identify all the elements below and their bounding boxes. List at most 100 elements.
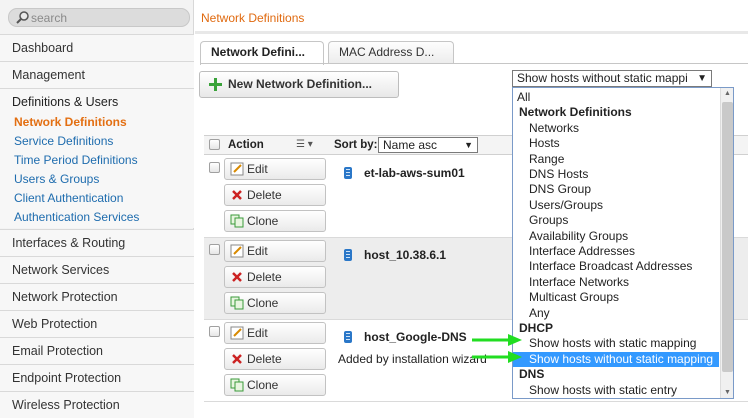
arrow-right-icon: [472, 351, 522, 363]
sidebar-subitem-users-groups[interactable]: Users & Groups: [14, 170, 99, 189]
search-icon: [16, 11, 29, 24]
sidebar-subitem-service-definitions[interactable]: Service Definitions: [14, 132, 113, 151]
delete-button[interactable]: Delete: [224, 348, 326, 370]
plus-icon: [209, 78, 222, 91]
host-icon: [344, 331, 352, 343]
edit-button[interactable]: Edit: [224, 158, 326, 180]
sidebar: Dashboard Management Definitions & Users…: [0, 0, 194, 418]
clone-button[interactable]: Clone: [224, 210, 326, 232]
edit-label: Edit: [247, 162, 268, 176]
dropdown-group-label: DNS: [519, 367, 545, 382]
sidebar-item-network-protection[interactable]: Network Protection: [0, 283, 194, 310]
filter-select[interactable]: Show hosts without static mappi ▼: [512, 70, 712, 87]
search-box[interactable]: [8, 8, 190, 27]
sort-select-value: Name asc: [383, 138, 438, 152]
clone-icon: [230, 296, 244, 310]
sidebar-item-management[interactable]: Management: [0, 61, 194, 88]
sidebar-item-dashboard[interactable]: Dashboard: [0, 34, 194, 61]
tab-mac-address-definitions[interactable]: MAC Address D...: [328, 41, 454, 64]
network-name[interactable]: host_Google-DNS: [364, 330, 467, 344]
sidebar-item-label: Definitions & Users: [12, 95, 119, 109]
scroll-up-icon[interactable]: ▲: [724, 90, 731, 97]
delete-icon: [232, 272, 242, 282]
dropdown-option[interactable]: Any: [513, 306, 719, 321]
dropdown-option[interactable]: Interface Broadcast Addresses: [513, 259, 719, 274]
sidebar-item-web-protection[interactable]: Web Protection: [0, 310, 194, 337]
network-comment: Added by installation wizard: [338, 352, 487, 366]
delete-icon: [232, 190, 242, 200]
sort-select[interactable]: Name asc ▼: [378, 137, 478, 153]
row-checkbox[interactable]: [209, 244, 220, 255]
page-title: Network Definitions: [201, 11, 305, 25]
sidebar-item-email-protection[interactable]: Email Protection: [0, 337, 194, 364]
dropdown-option[interactable]: Networks: [513, 121, 719, 136]
chevron-down-icon: ▼: [697, 73, 707, 84]
edit-button[interactable]: Edit: [224, 322, 326, 344]
dropdown-option[interactable]: DNS Group: [513, 182, 719, 197]
sortby-label: Sort by:: [334, 139, 378, 151]
dropdown-option[interactable]: Multicast Groups: [513, 290, 719, 305]
delete-label: Delete: [247, 352, 282, 366]
dropdown-option[interactable]: Range: [513, 152, 719, 167]
sidebar-item-network-services[interactable]: Network Services: [0, 256, 194, 283]
row-checkbox[interactable]: [209, 326, 220, 337]
row-checkbox[interactable]: [209, 162, 220, 173]
edit-icon: [230, 326, 244, 340]
delete-button[interactable]: Delete: [224, 266, 326, 288]
sidebar-item-wireless-protection[interactable]: Wireless Protection: [0, 391, 194, 418]
page-header: Network Definitions: [195, 0, 748, 34]
clone-button[interactable]: Clone: [224, 374, 326, 396]
action-column-label: Action: [228, 139, 264, 151]
dropdown-option[interactable]: Availability Groups: [513, 229, 719, 244]
delete-button[interactable]: Delete: [224, 184, 326, 206]
search-input[interactable]: [31, 10, 181, 25]
host-icon: [344, 249, 352, 261]
clone-label: Clone: [247, 378, 279, 392]
edit-icon: [230, 162, 244, 176]
filter-select-value: Show hosts without static mappi: [517, 71, 688, 85]
dropdown-option[interactable]: DNS Hosts: [513, 167, 719, 182]
clone-button[interactable]: Clone: [224, 292, 326, 314]
dropdown-option[interactable]: Interface Addresses: [513, 244, 719, 259]
dropdown-option[interactable]: Groups: [513, 213, 719, 228]
sidebar-subitem-time-period-definitions[interactable]: Time Period Definitions: [14, 151, 138, 170]
dropdown-option[interactable]: All: [513, 90, 719, 105]
arrow-right-icon: [472, 334, 522, 346]
host-icon: [344, 167, 352, 179]
select-all-checkbox[interactable]: [209, 139, 220, 150]
clone-label: Clone: [247, 214, 279, 228]
filter-dropdown-list[interactable]: All Network Definitions Networks Hosts Range…: [512, 87, 734, 399]
dropdown-scrollbar[interactable]: ▲ ▼: [720, 88, 733, 398]
dropdown-group-label: Network Definitions: [519, 105, 632, 120]
annotation-arrows: [472, 334, 522, 363]
edit-label: Edit: [247, 326, 268, 340]
sidebar-subitem-network-definitions[interactable]: Network Definitions: [14, 113, 127, 132]
dropdown-option[interactable]: Show hosts with static mapping: [513, 336, 719, 351]
sidebar-subitem-authentication-services[interactable]: Authentication Services: [14, 208, 139, 227]
network-name[interactable]: et-lab-aws-sum01: [364, 166, 465, 180]
delete-label: Delete: [247, 188, 282, 202]
sidebar-subitem-client-authentication[interactable]: Client Authentication: [14, 189, 123, 208]
tab-network-definitions[interactable]: Network Defini...: [200, 41, 324, 65]
dropdown-option[interactable]: Show hosts without static mapping: [513, 351, 719, 368]
clone-icon: [230, 378, 244, 392]
new-network-definition-label: New Network Definition...: [228, 77, 373, 91]
scroll-down-icon[interactable]: ▼: [724, 389, 731, 396]
scrollbar-thumb[interactable]: [722, 102, 733, 372]
dropdown-option[interactable]: Users/Groups: [513, 198, 719, 213]
dropdown-group-label: DHCP: [519, 321, 554, 335]
edit-label: Edit: [247, 244, 268, 258]
chevron-down-icon: ▼: [464, 140, 473, 150]
network-name[interactable]: host_10.38.6.1: [364, 248, 446, 262]
dropdown-option[interactable]: Interface Networks: [513, 275, 719, 290]
new-network-definition-button[interactable]: New Network Definition...: [199, 71, 399, 98]
sidebar-item-interfaces-routing[interactable]: Interfaces & Routing: [0, 229, 194, 256]
dropdown-option[interactable]: Show hosts with static entry: [513, 383, 719, 398]
delete-label: Delete: [247, 270, 282, 284]
dropdown-option[interactable]: Hosts: [513, 136, 719, 151]
edit-button[interactable]: Edit: [224, 240, 326, 262]
column-menu-icon[interactable]: ☰ ▾: [296, 139, 313, 150]
sidebar-item-endpoint-protection[interactable]: Endpoint Protection: [0, 364, 194, 391]
clone-icon: [230, 214, 244, 228]
clone-label: Clone: [247, 296, 279, 310]
